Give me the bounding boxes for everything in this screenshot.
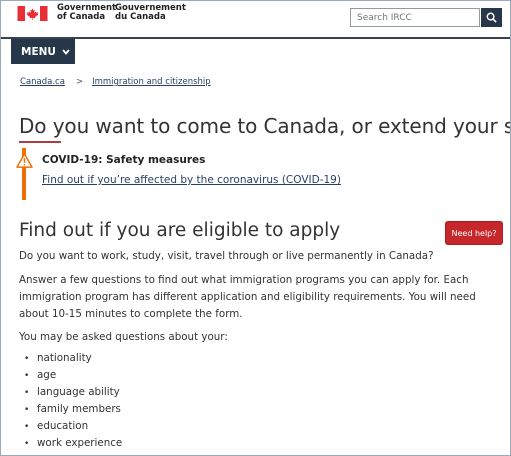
title-underline bbox=[19, 141, 61, 143]
list-item: education bbox=[19, 418, 122, 435]
description-text: Answer a few questions to find out what … bbox=[19, 274, 476, 320]
menu-button[interactable]: MENU bbox=[11, 39, 75, 64]
need-help-button[interactable]: Need help? bbox=[446, 222, 502, 244]
intro-text: Do you want to work, study, visit, trave… bbox=[19, 250, 434, 262]
goc-en-line2: of Canada bbox=[57, 12, 106, 22]
questions-list: nationality age language ability family … bbox=[19, 350, 122, 452]
list-item: work experience bbox=[19, 435, 122, 452]
page-title: Do you want to come to Canada, or extend… bbox=[19, 114, 511, 138]
page-frame: Government of Canada Gouvernement du Can… bbox=[0, 0, 511, 456]
breadcrumb-link-immigration[interactable]: Immigration and citizenship bbox=[92, 77, 211, 87]
section-heading: Find out if you are eligible to apply bbox=[19, 220, 341, 241]
questions-intro: You may be asked questions about your: bbox=[19, 331, 228, 343]
search-button[interactable] bbox=[481, 8, 502, 27]
list-item: nationality bbox=[19, 350, 122, 367]
alert-title: COVID-19: Safety measures bbox=[42, 154, 206, 166]
breadcrumb-separator: > bbox=[75, 77, 84, 87]
list-item: language ability bbox=[19, 384, 122, 401]
menu-label: MENU bbox=[21, 45, 56, 58]
canada-flag-icon[interactable] bbox=[17, 6, 48, 21]
breadcrumb-link-canada[interactable]: Canada.ca bbox=[20, 77, 65, 87]
search-icon bbox=[486, 12, 497, 23]
breadcrumb: Canada.ca > Immigration and citizenship bbox=[20, 77, 211, 87]
search-input[interactable] bbox=[350, 8, 480, 27]
chevron-down-icon bbox=[62, 48, 70, 55]
header-divider bbox=[1, 37, 510, 39]
government-of-canada-wordmark[interactable]: Government of Canada Gouvernement du Can… bbox=[57, 4, 186, 22]
list-item: family members bbox=[19, 401, 122, 418]
goc-fr: Gouvernement du Canada bbox=[115, 4, 186, 22]
covid-link[interactable]: Find out if you’re affected by the coron… bbox=[42, 174, 341, 186]
goc-fr-line2: du Canada bbox=[115, 12, 166, 22]
warning-icon bbox=[16, 153, 33, 168]
list-item: age bbox=[19, 367, 122, 384]
